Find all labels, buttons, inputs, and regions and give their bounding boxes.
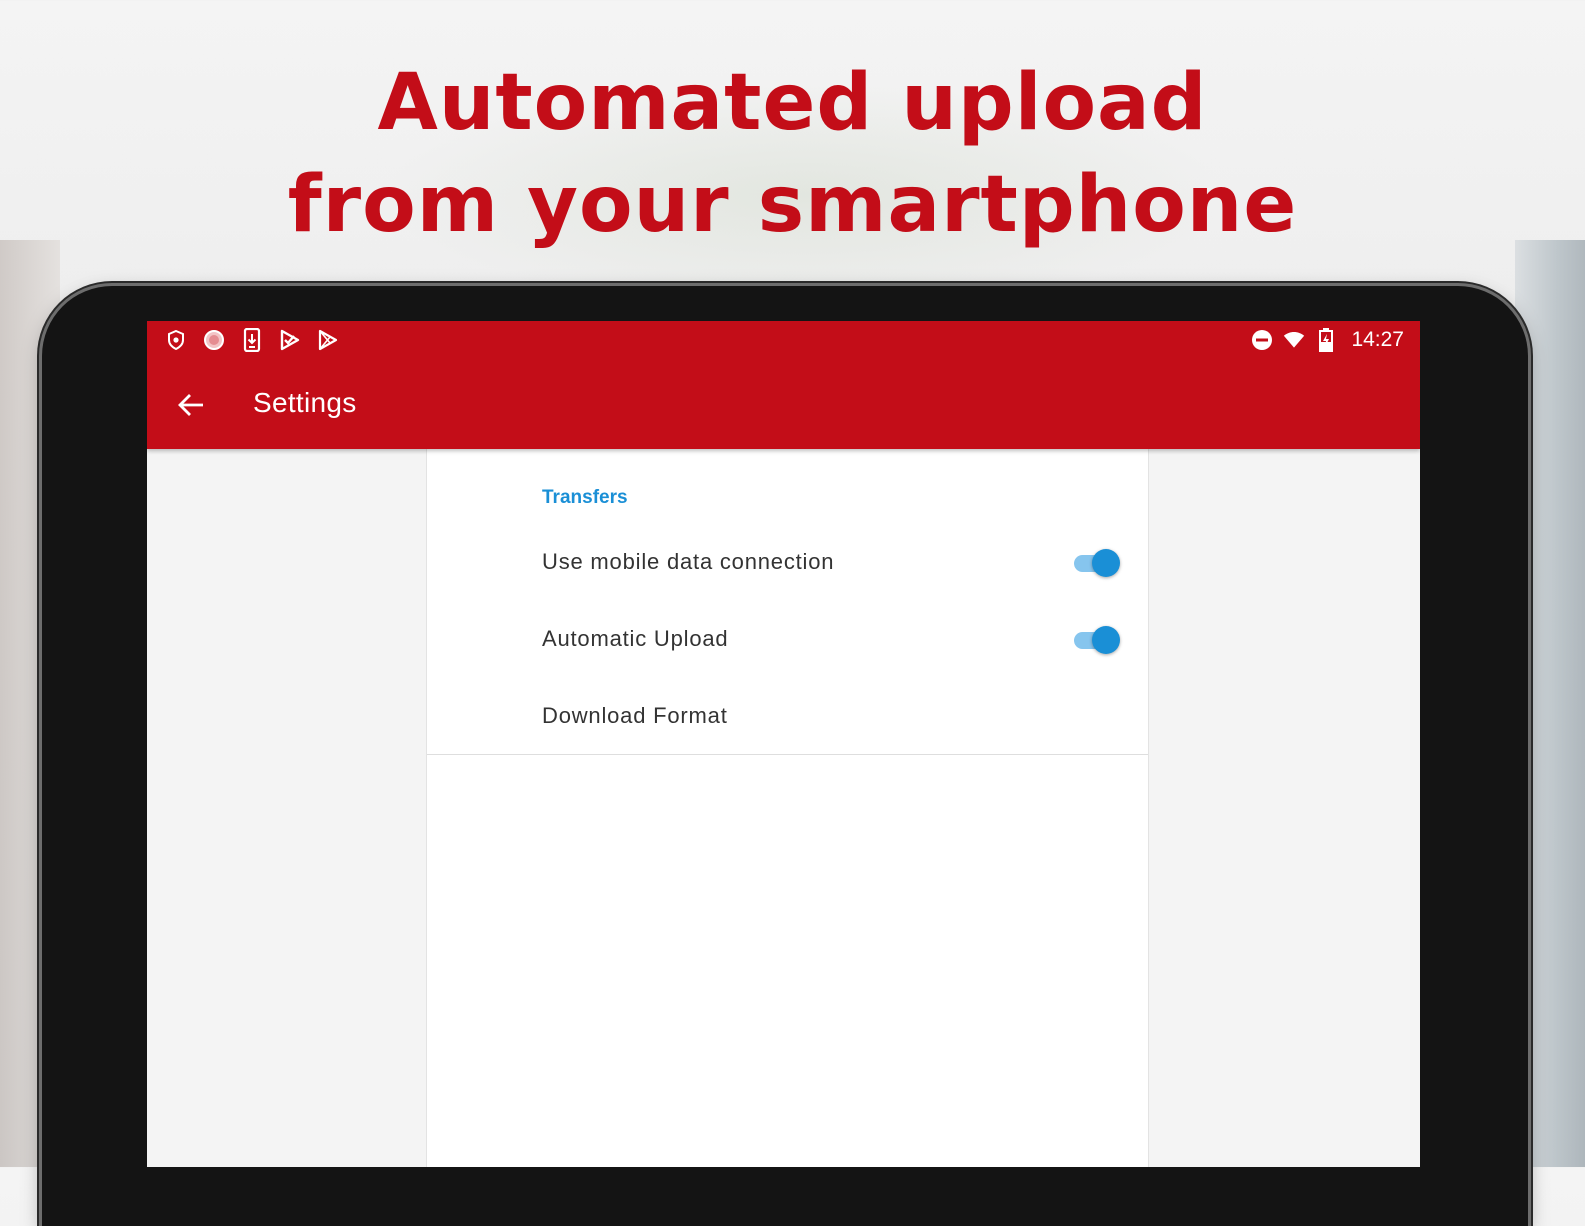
promo-headline: Automated upload from your smartphone — [0, 52, 1585, 256]
automatic-upload-switch[interactable] — [1072, 624, 1122, 654]
shield-icon — [165, 328, 187, 352]
switch-thumb — [1092, 626, 1120, 654]
app-bar: 14:27 Settings — [147, 321, 1420, 449]
system-icons: 14:27 — [1251, 328, 1404, 352]
do-not-disturb-icon — [1251, 328, 1273, 352]
download-icon — [241, 328, 263, 352]
play-store-icon — [317, 328, 339, 352]
pref-label: Download Format — [542, 703, 728, 728]
pref-label: Use mobile data connection — [542, 549, 835, 574]
pref-download-format[interactable]: Download Format — [427, 677, 1148, 754]
wifi-icon — [1283, 328, 1305, 352]
pref-automatic-upload[interactable]: Automatic Upload — [427, 600, 1148, 677]
battery-charging-icon — [1315, 328, 1337, 352]
status-bar: 14:27 — [147, 321, 1420, 361]
preferences-list: Transfers Use mobile data connection Aut… — [427, 449, 1148, 755]
mobile-data-switch[interactable] — [1072, 547, 1122, 577]
check-flag-icon — [279, 328, 301, 352]
headline-line-1: Automated upload — [377, 58, 1208, 148]
tablet-screen: 14:27 Settings Transfers Use mobile data… — [147, 321, 1420, 1167]
arrow-left-icon — [178, 394, 203, 416]
status-clock: 14:27 — [1351, 328, 1404, 351]
record-icon — [203, 328, 225, 352]
settings-panel: Transfers Use mobile data connection Aut… — [426, 449, 1149, 1167]
toolbar: Settings — [147, 361, 1420, 449]
page-title: Settings — [253, 387, 357, 418]
headline-line-2: from your smartphone — [287, 160, 1298, 250]
back-button[interactable] — [167, 381, 215, 429]
pref-label: Automatic Upload — [542, 626, 729, 651]
switch-thumb — [1092, 549, 1120, 577]
notification-icons — [165, 328, 339, 352]
pref-mobile-data[interactable]: Use mobile data connection — [427, 523, 1148, 600]
section-header-transfers: Transfers — [542, 487, 628, 508]
